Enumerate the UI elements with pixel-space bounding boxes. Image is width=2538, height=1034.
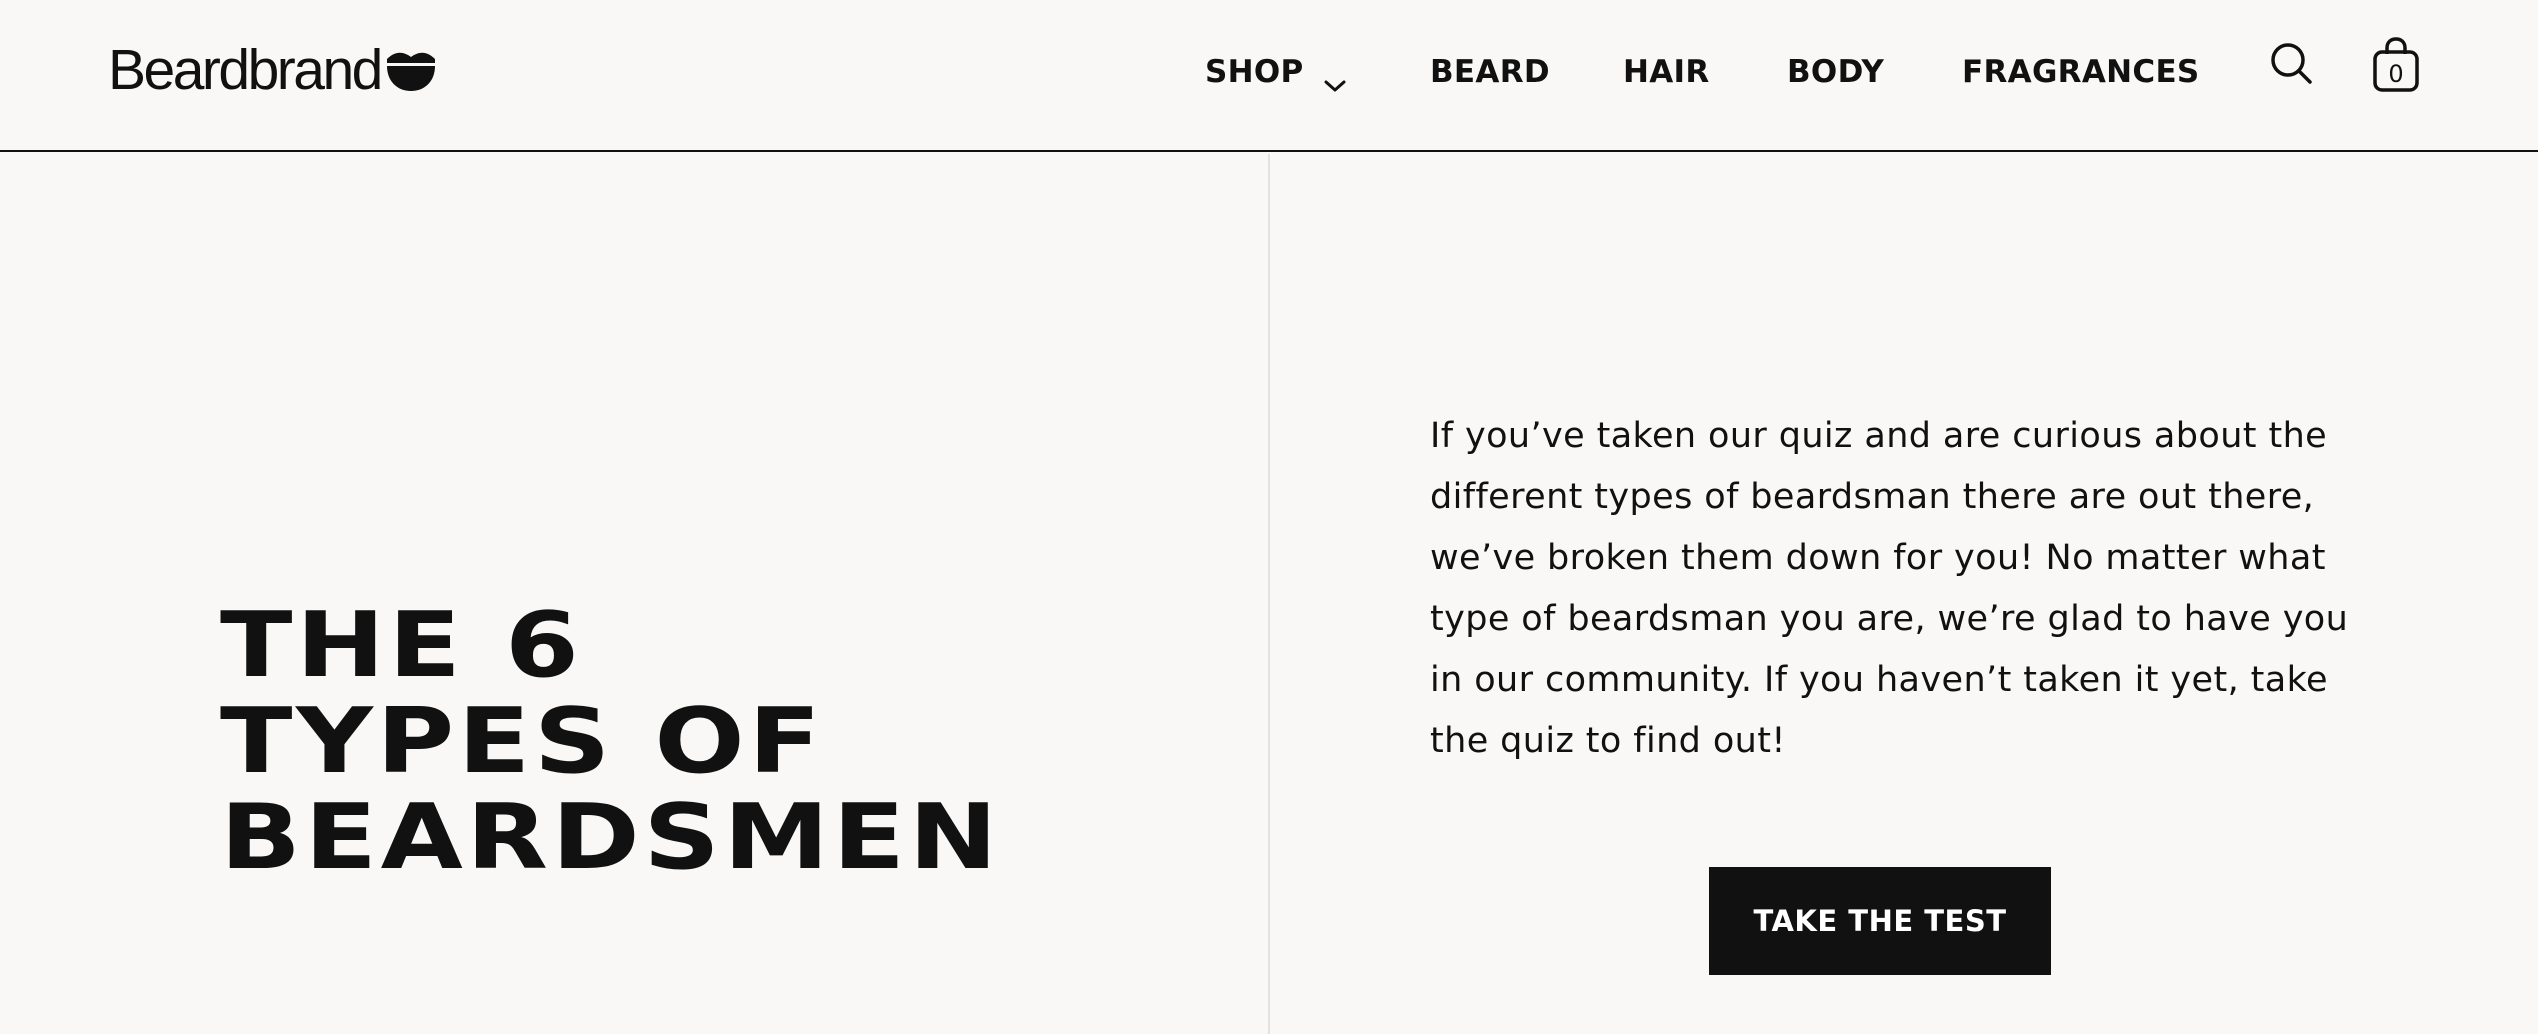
beard-icon bbox=[385, 47, 437, 93]
nav-item-beard[interactable]: BEARD bbox=[1430, 44, 1550, 100]
site-header: Beardbrand SHOP BEARD HAIR BODY FRAGRANC… bbox=[0, 0, 2538, 152]
nav-item-hair-label: HAIR bbox=[1623, 54, 1710, 90]
shopping-bag-icon: 0 bbox=[2373, 37, 2419, 92]
nav-item-fragrances[interactable]: FRAGRANCES bbox=[1962, 44, 2200, 100]
nav-item-fragrances-label: FRAGRANCES bbox=[1962, 54, 2200, 90]
take-the-test-button[interactable]: TAKE THE TEST bbox=[1709, 867, 2051, 975]
nav-item-hair[interactable]: HAIR bbox=[1623, 44, 1710, 100]
logo-text: Beardbrand bbox=[108, 38, 383, 102]
cart-button[interactable]: 0 bbox=[2372, 36, 2420, 94]
chevron-down-icon bbox=[1324, 65, 1346, 92]
nav-item-body-label: BODY bbox=[1787, 54, 1885, 90]
nav-item-body[interactable]: BODY bbox=[1787, 44, 1884, 100]
nav-item-shop-label: SHOP bbox=[1205, 54, 1304, 90]
column-divider bbox=[1268, 154, 1270, 1034]
nav-item-shop[interactable]: SHOP bbox=[1205, 44, 1346, 100]
page-title: THE 6 TYPES OF BEARDSMEN bbox=[220, 593, 1002, 890]
search-icon bbox=[2271, 43, 2312, 84]
search-button[interactable] bbox=[2268, 38, 2316, 90]
nav-item-beard-label: BEARD bbox=[1430, 54, 1550, 90]
intro-text: If you’ve taken our quiz and are curious… bbox=[1430, 416, 2349, 761]
cart-count: 0 bbox=[2388, 60, 2403, 88]
logo-link[interactable]: Beardbrand bbox=[108, 38, 437, 102]
